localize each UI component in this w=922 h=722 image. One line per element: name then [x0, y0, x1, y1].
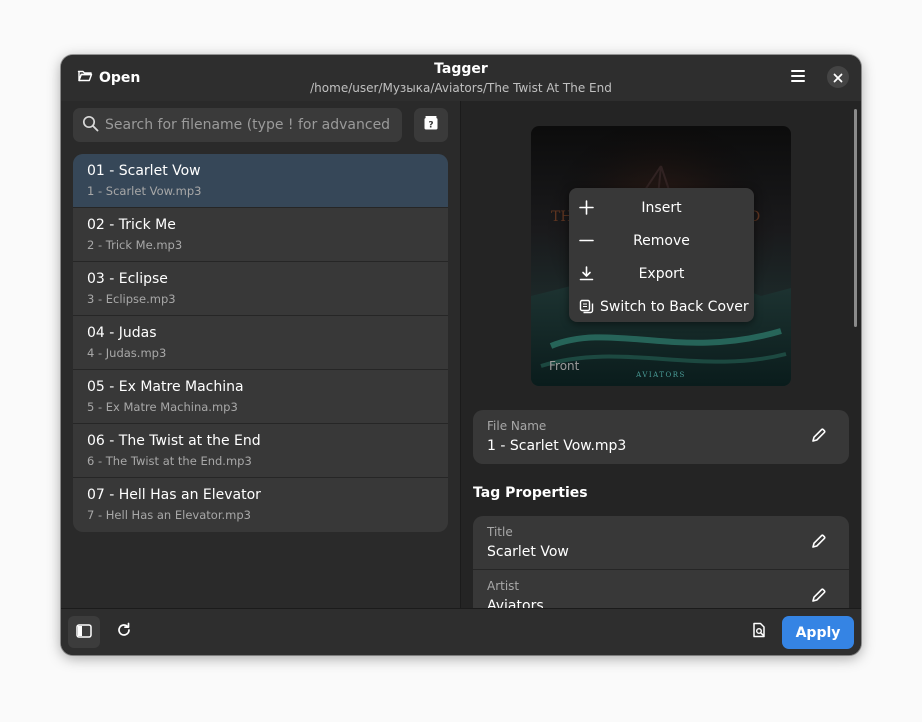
file-title: 03 - Eclipse: [87, 271, 168, 287]
apply-button[interactable]: Apply: [782, 616, 854, 649]
document-search-icon: [751, 622, 767, 642]
title-area: Tagger /home/user/Музыка/Aviators/The Tw…: [61, 61, 861, 96]
file-filename: 2 - Trick Me.mp3: [87, 238, 183, 252]
artist-row: Artist Aviators: [473, 570, 849, 608]
main-menu-button[interactable]: [785, 64, 811, 90]
toggle-sidebar-button[interactable]: [68, 616, 100, 648]
file-title: 01 - Scarlet Vow: [87, 163, 201, 179]
file-title: 04 - Judas: [87, 325, 157, 341]
file-title: 06 - The Twist at the End: [87, 433, 261, 449]
pencil-icon: [811, 428, 826, 447]
switch-cover-item[interactable]: Switch to Back Cover: [569, 290, 754, 323]
file-list-pane: ? 01 - Scarlet Vow 1 - Scarlet Vow.mp3 0…: [61, 101, 461, 608]
refresh-icon: [116, 622, 132, 642]
hamburger-menu-icon: [790, 68, 806, 87]
action-bar: Apply: [61, 608, 861, 655]
reload-button[interactable]: [108, 616, 140, 648]
file-title: 02 - Trick Me: [87, 217, 176, 233]
search-bar: [73, 108, 402, 142]
file-list-item[interactable]: 07 - Hell Has an Elevator 7 - Hell Has a…: [73, 478, 448, 532]
file-list: 01 - Scarlet Vow 1 - Scarlet Vow.mp3 02 …: [73, 154, 448, 532]
tag-properties-heading: Tag Properties: [473, 485, 588, 501]
properties-scrollbar[interactable]: [854, 109, 857, 327]
file-name-card: File Name 1 - Scarlet Vow.mp3: [473, 410, 849, 464]
pencil-icon: [811, 534, 826, 553]
field-value: 1 - Scarlet Vow.mp3: [487, 438, 627, 454]
svg-text:?: ?: [428, 121, 433, 131]
file-filename: 1 - Scarlet Vow.mp3: [87, 184, 202, 198]
menu-item-label: Remove: [633, 232, 690, 249]
cover-art-menu: Insert Remove Export Switch to Back Cove…: [569, 188, 754, 322]
pencil-icon: [811, 588, 826, 607]
field-value: Aviators: [487, 598, 544, 608]
menu-item-label: Export: [638, 265, 685, 282]
discard-changes-button[interactable]: [743, 616, 775, 648]
export-cover-item[interactable]: Export: [569, 257, 754, 290]
window-subtitle: /home/user/Музыка/Aviators/The Twist At …: [310, 81, 612, 95]
file-list-item[interactable]: 06 - The Twist at the End 6 - The Twist …: [73, 424, 448, 478]
file-list-item[interactable]: 02 - Trick Me 2 - Trick Me.mp3: [73, 208, 448, 262]
menu-item-label: Switch to Back Cover: [600, 298, 749, 315]
edit-file-name-button[interactable]: [807, 426, 829, 448]
file-list-item[interactable]: 01 - Scarlet Vow 1 - Scarlet Vow.mp3: [73, 154, 448, 208]
close-button[interactable]: [827, 66, 849, 88]
file-filename: 7 - Hell Has an Elevator.mp3: [87, 508, 251, 522]
copy-icon: [578, 298, 595, 315]
insert-cover-item[interactable]: Insert: [569, 191, 754, 224]
field-value: Scarlet Vow: [487, 544, 569, 560]
search-input[interactable]: [105, 117, 395, 133]
tag-properties-card: Title Scarlet Vow Artist Aviators: [473, 516, 849, 608]
header-bar: Open Tagger /home/user/Музыка/Aviators/T…: [61, 55, 861, 102]
file-name-row: File Name 1 - Scarlet Vow.mp3: [473, 410, 849, 464]
file-list-item[interactable]: 04 - Judas 4 - Judas.mp3: [73, 316, 448, 370]
menu-item-label: Insert: [641, 199, 682, 216]
plus-icon: [578, 199, 595, 216]
file-title: 07 - Hell Has an Elevator: [87, 487, 261, 503]
file-title: 05 - Ex Matre Machina: [87, 379, 244, 395]
field-label: Artist: [487, 579, 520, 593]
search-icon: [73, 115, 99, 136]
file-list-item[interactable]: 03 - Eclipse 3 - Eclipse.mp3: [73, 262, 448, 316]
sidebar-icon: [76, 623, 92, 642]
file-filename: 6 - The Twist at the End.mp3: [87, 454, 252, 468]
edit-artist-button[interactable]: [807, 586, 829, 608]
remove-cover-item[interactable]: Remove: [569, 224, 754, 257]
file-list-item[interactable]: 05 - Ex Matre Machina 5 - Ex Matre Machi…: [73, 370, 448, 424]
close-icon: [833, 68, 843, 87]
cover-brand-text: AVIATORS: [636, 371, 686, 379]
advanced-search-icon: ?: [423, 115, 439, 135]
window-title: Tagger: [434, 61, 488, 77]
file-filename: 3 - Eclipse.mp3: [87, 292, 176, 306]
field-label: Title: [487, 525, 513, 539]
file-filename: 5 - Ex Matre Machina.mp3: [87, 400, 238, 414]
properties-pane: TH D Front AVIATORS Insert Remove Export…: [461, 101, 861, 608]
advanced-search-button[interactable]: ?: [414, 108, 448, 142]
download-icon: [578, 265, 595, 282]
tagger-window: Open Tagger /home/user/Музыка/Aviators/T…: [61, 55, 861, 655]
title-row: Title Scarlet Vow: [473, 516, 849, 570]
edit-title-button[interactable]: [807, 532, 829, 554]
file-filename: 4 - Judas.mp3: [87, 346, 167, 360]
field-label: File Name: [487, 419, 547, 433]
minus-icon: [578, 232, 595, 249]
